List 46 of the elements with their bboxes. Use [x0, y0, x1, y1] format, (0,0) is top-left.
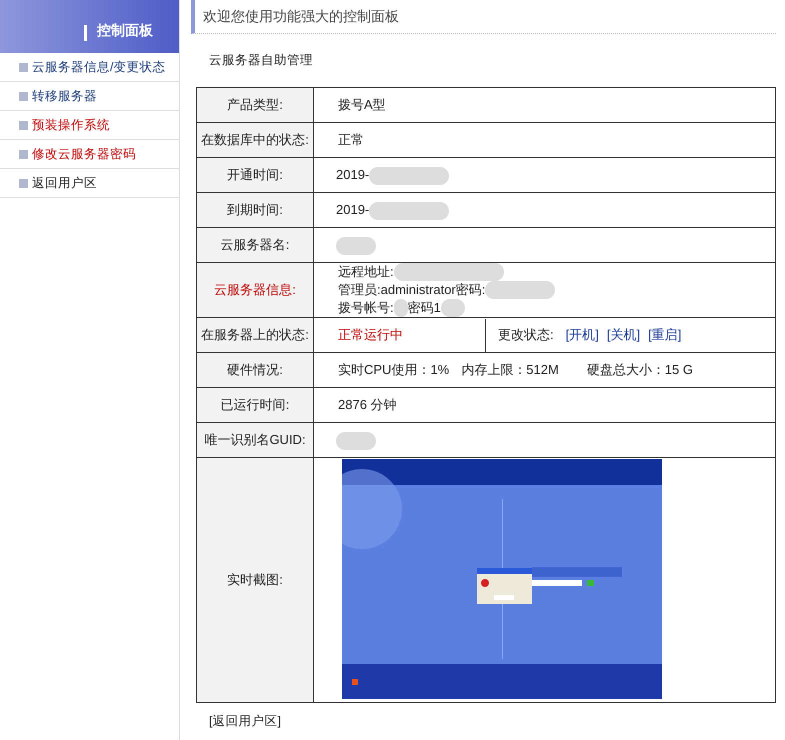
field-label: 唯一识别名GUID:: [196, 422, 314, 458]
hardware-value: 硬盘总大小：15 G: [586, 361, 693, 380]
field-label: 实时截图:: [196, 458, 314, 702]
status-link[interactable]: [开机]: [566, 325, 599, 345]
bullet-icon: [19, 92, 28, 100]
hardware-value: 内存上限：512M: [461, 361, 559, 380]
field-label: 硬件情况:: [196, 352, 314, 388]
blurred-text: [336, 432, 376, 450]
field-value: 密码1: [408, 300, 441, 316]
sidebar-item[interactable]: 云服务器信息/变更状态: [0, 53, 179, 82]
sidebar-item[interactable]: 预装操作系统: [0, 111, 179, 140]
field-value: 远程地址:: [338, 264, 394, 280]
sidebar-item[interactable]: 修改云服务器密码: [0, 140, 179, 169]
status-value: 正常运行中: [338, 326, 403, 344]
change-status-label: 更改状态:: [498, 326, 554, 344]
field-label: 云服务器名:: [196, 228, 314, 262]
bullet-icon: [19, 62, 28, 72]
bullet-icon: [19, 178, 28, 188]
field-value: 2019-: [336, 202, 370, 218]
field-label: 云服务器信息:: [196, 262, 314, 318]
field-label: 开通时间:: [196, 158, 314, 192]
field-label: 到期时间:: [196, 192, 314, 228]
status-link[interactable]: [重启]: [648, 325, 682, 345]
status-link[interactable]: [关机]: [606, 325, 640, 345]
blurred-text: [336, 236, 376, 255]
field-value: 管理员:administrator密码:: [338, 282, 486, 298]
field-value: 正常: [314, 122, 776, 158]
field-label: 在数据库中的状态:: [196, 122, 314, 158]
sidebar-item[interactable]: 转移服务器: [0, 82, 179, 111]
sidebar-item[interactable]: 返回用户区: [0, 169, 179, 198]
hardware-value: 实时CPU使用：1%: [338, 361, 450, 380]
field-label: 在服务器上的状态:: [196, 318, 314, 352]
field-value: 拨号A型: [314, 88, 776, 122]
bullet-icon: [19, 150, 28, 158]
back-link[interactable]: [返回用户区]: [209, 714, 281, 728]
bullet-icon: [19, 120, 28, 130]
blurred-text: [440, 299, 465, 317]
field-value: 2019-: [336, 167, 370, 182]
sidebar-title: 控制面板: [97, 21, 153, 40]
section-title: 云服务器自助管理: [209, 52, 313, 70]
blurred-text: [394, 299, 408, 317]
field-value: 拨号帐号:: [338, 300, 394, 316]
field-label: 已运行时间:: [196, 388, 314, 422]
field-value: 2876 分钟: [314, 388, 776, 422]
field-label: 产品类型:: [196, 88, 314, 122]
page-title: 欢迎您使用功能强大的控制面板: [203, 7, 399, 26]
